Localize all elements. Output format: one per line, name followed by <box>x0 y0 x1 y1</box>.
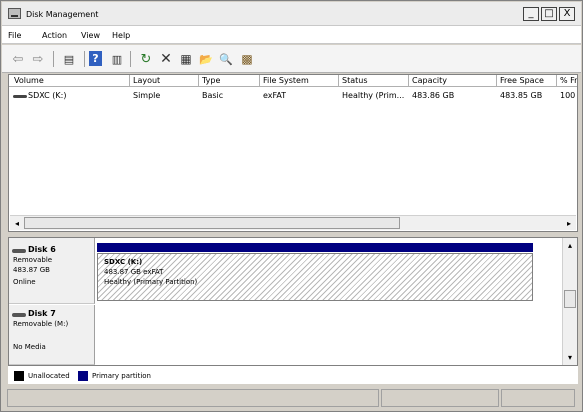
horizontal-scroll-thumb[interactable] <box>24 217 400 229</box>
cell-type: Basic <box>202 91 224 100</box>
column-divider <box>338 75 339 87</box>
partition-sdxc[interactable]: SDXC (K:) 483.87 GB exFAT Healthy (Prima… <box>97 243 533 301</box>
help-icon[interactable]: ? <box>89 51 102 66</box>
toolbar: ⇦ ⇨ ▤ ? ▥ ↻ ✕ ▦ 📂 🔍 ▩ <box>2 45 581 73</box>
column-header-capacity[interactable]: Capacity <box>412 76 447 85</box>
title-bar[interactable]: Disk Management _ □ X <box>2 2 581 26</box>
cell-free-space: 483.85 GB <box>500 91 543 100</box>
show-hide-action-pane-icon[interactable]: ▥ <box>108 50 126 68</box>
disk-6-name: Disk 6 <box>28 245 56 254</box>
graphical-disk-view: Disk 6 Removable 483.87 GB Online SDXC (… <box>8 237 578 366</box>
window-controls: _ □ X <box>523 7 575 21</box>
back-icon[interactable]: ⇦ <box>9 50 27 68</box>
column-header-volume[interactable]: Volume <box>14 76 44 85</box>
cell-percent-free: 100 % <box>560 91 577 100</box>
disk-7-kind: Removable (M:) <box>13 320 69 328</box>
column-divider <box>408 75 409 87</box>
horizontal-scrollbar[interactable]: ◂ ▸ <box>10 215 576 230</box>
console-tree-icon[interactable]: ▤ <box>60 50 78 68</box>
maximize-button[interactable]: □ <box>541 7 557 21</box>
column-divider <box>556 75 557 87</box>
table-row[interactable]: SDXC (K:) Simple Basic exFAT Healthy (Pr… <box>9 88 577 102</box>
scroll-right-arrow-icon[interactable]: ▸ <box>562 216 576 231</box>
column-divider <box>198 75 199 87</box>
delete-icon[interactable]: ✕ <box>157 50 175 68</box>
disk-7-name: Disk 7 <box>28 309 56 318</box>
column-divider <box>129 75 130 87</box>
disk-6-kind: Removable <box>13 256 53 264</box>
forward-icon[interactable]: ⇨ <box>29 50 47 68</box>
legend-unallocated-label: Unallocated <box>28 372 70 380</box>
scroll-up-arrow-icon[interactable]: ▴ <box>563 238 577 253</box>
status-pane-secondary <box>381 389 499 407</box>
open-icon[interactable]: 📂 <box>197 50 215 68</box>
scroll-left-arrow-icon[interactable]: ◂ <box>10 216 24 231</box>
menu-view[interactable]: View <box>81 31 100 40</box>
close-button[interactable]: X <box>559 7 575 21</box>
partition-body[interactable]: SDXC (K:) 483.87 GB exFAT Healthy (Prima… <box>97 253 533 301</box>
column-header-type[interactable]: Type <box>202 76 220 85</box>
vertical-scrollbar[interactable]: ▴ ▾ <box>562 238 577 365</box>
properties-icon[interactable]: ▦ <box>177 50 195 68</box>
partition-header-bar <box>97 243 533 252</box>
column-header-status[interactable]: Status <box>342 76 368 85</box>
search-icon[interactable]: 🔍 <box>217 50 235 68</box>
disk-6-size: 483.87 GB <box>13 266 50 274</box>
export-icon[interactable]: ▩ <box>238 50 256 68</box>
column-divider <box>259 75 260 87</box>
disk-7-state: No Media <box>13 343 46 351</box>
legend-primary-partition-label: Primary partition <box>92 372 151 380</box>
legend-primary-partition-swatch <box>78 371 88 381</box>
partition-details: SDXC (K:) 483.87 GB exFAT Healthy (Prima… <box>101 256 529 298</box>
disk-management-app-icon <box>8 8 21 19</box>
column-divider <box>496 75 497 87</box>
drive-icon <box>13 95 27 98</box>
window-title: Disk Management <box>26 10 99 19</box>
status-pane-tertiary <box>501 389 575 407</box>
cell-status: Healthy (Prim... <box>342 91 405 100</box>
disk-6-label[interactable]: Disk 6 Removable 483.87 GB Online <box>9 238 95 304</box>
menu-file[interactable]: File <box>8 31 21 40</box>
status-bar <box>2 387 581 409</box>
disk-6-state: Online <box>13 278 36 286</box>
cell-capacity: 483.86 GB <box>412 91 455 100</box>
toolbar-separator <box>130 51 131 67</box>
legend-unallocated-swatch <box>14 371 24 381</box>
legend: Unallocated Primary partition <box>8 366 578 384</box>
partition-detail: 483.87 GB exFAT <box>104 268 164 276</box>
disk-management-window: Disk Management _ □ X File Action View H… <box>0 0 583 412</box>
menu-action[interactable]: Action <box>42 31 67 40</box>
disk-icon <box>12 249 26 253</box>
toolbar-separator <box>53 51 54 67</box>
column-header-percent-free[interactable]: % Fr <box>560 76 577 85</box>
partition-label: SDXC (K:) <box>104 258 143 266</box>
partition-status: Healthy (Primary Partition) <box>104 278 198 286</box>
menu-help[interactable]: Help <box>112 31 130 40</box>
minimize-button[interactable]: _ <box>523 7 539 21</box>
status-pane-main <box>7 389 379 407</box>
vertical-scroll-thumb[interactable] <box>564 290 576 308</box>
column-header-file-system[interactable]: File System <box>263 76 309 85</box>
disk-7-label[interactable]: Disk 7 Removable (M:) No Media <box>9 305 95 365</box>
toolbar-separator <box>84 51 85 67</box>
disk-icon <box>12 313 26 317</box>
cell-volume: SDXC (K:) <box>28 91 67 100</box>
scroll-down-arrow-icon[interactable]: ▾ <box>563 350 577 365</box>
refresh-icon[interactable]: ↻ <box>137 50 155 68</box>
cell-file-system: exFAT <box>263 91 287 100</box>
column-header-layout[interactable]: Layout <box>133 76 160 85</box>
column-header-free-space[interactable]: Free Space <box>500 76 544 85</box>
volume-list: Volume Layout Type File System Status Ca… <box>8 74 578 232</box>
menu-bar: File Action View Help <box>2 26 581 44</box>
cell-layout: Simple <box>133 91 161 100</box>
volume-list-header: Volume Layout Type File System Status Ca… <box>9 75 577 87</box>
